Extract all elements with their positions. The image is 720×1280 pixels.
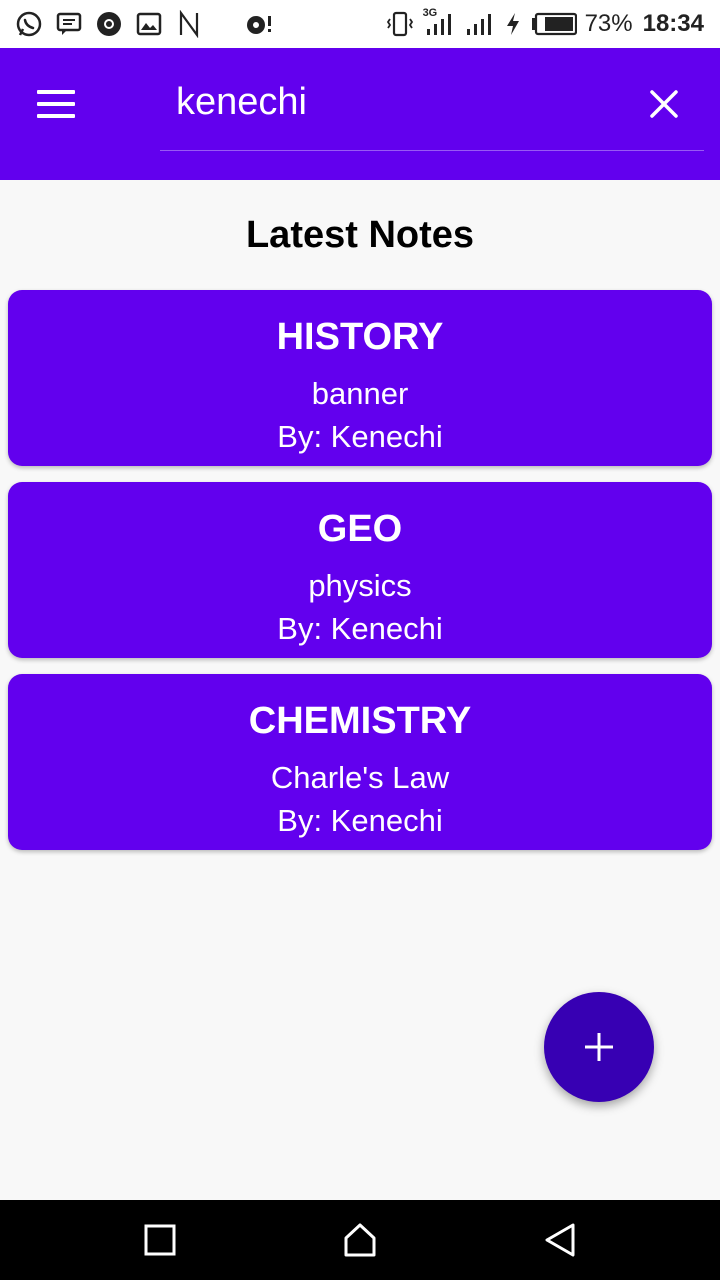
chrome-icon: [94, 9, 124, 39]
note-topic: Charle's Law: [270, 760, 450, 795]
app-bar: [0, 48, 720, 180]
battery-icon: [531, 12, 577, 36]
search-underline: [160, 150, 704, 151]
note-author: By: Kenechi: [277, 611, 443, 646]
gallery-icon: [134, 9, 164, 39]
menu-button[interactable]: [28, 76, 84, 132]
note-topic: physics: [308, 568, 412, 603]
music-icon: [244, 9, 274, 39]
vibrate-icon: [385, 9, 415, 39]
note-author: By: Kenechi: [277, 803, 443, 838]
close-search-button[interactable]: [636, 76, 692, 132]
note-author: By: Kenechi: [277, 419, 443, 454]
whatsapp-icon: [14, 9, 44, 39]
note-topic: banner: [311, 376, 409, 411]
note-subject: GEO: [317, 508, 403, 550]
close-icon: [650, 90, 678, 118]
back-button[interactable]: [536, 1216, 584, 1264]
home-icon: [344, 1223, 376, 1257]
signal-3g-icon: 3G: [422, 7, 457, 39]
note-subject: HISTORY: [276, 316, 444, 358]
note-card[interactable]: GEO physics By: Kenechi: [8, 482, 712, 658]
home-button[interactable]: [336, 1216, 384, 1264]
network-label: 3G: [422, 7, 438, 19]
n-icon: [174, 9, 204, 39]
note-subject: CHEMISTRY: [248, 700, 472, 742]
page-title: Latest Notes: [245, 214, 475, 256]
system-status: 3G 73% 18:34: [385, 6, 704, 42]
back-icon: [545, 1223, 575, 1257]
notification-icons: [14, 8, 274, 40]
message-icon: [54, 9, 84, 39]
clock: 18:34: [642, 10, 704, 37]
search-input[interactable]: [160, 70, 620, 134]
navigation-bar: [0, 1200, 720, 1280]
recents-button[interactable]: [136, 1216, 184, 1264]
status-bar: 3G 73% 18:34: [0, 0, 720, 48]
battery-percent: 73%: [584, 10, 633, 37]
notes-list: HISTORY banner By: Kenechi GEO physics B…: [8, 290, 712, 866]
note-card[interactable]: HISTORY banner By: Kenechi: [8, 290, 712, 466]
recents-icon: [144, 1224, 176, 1256]
charging-icon: [503, 9, 523, 39]
add-note-button[interactable]: [544, 992, 654, 1102]
note-card[interactable]: CHEMISTRY Charle's Law By: Kenechi: [8, 674, 712, 850]
menu-icon: [37, 90, 75, 94]
plus-icon: [585, 1033, 613, 1061]
signal-icon: [465, 9, 495, 39]
